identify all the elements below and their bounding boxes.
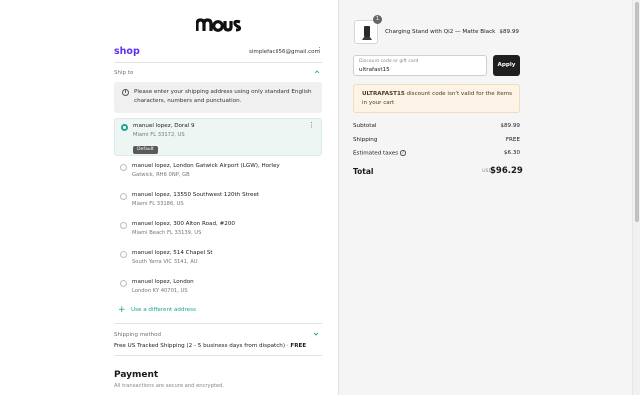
taxes-value: $6.30 xyxy=(503,150,520,156)
chevron-up-icon xyxy=(314,70,320,74)
shipping-label: Shipping xyxy=(353,137,378,143)
payment-title: Payment xyxy=(114,370,159,380)
warning-code: ULTRAFAST15 xyxy=(362,91,405,97)
checkout-main-panel: shop simplefacil56@gmail.com ⋮ Ship to i… xyxy=(0,0,338,395)
address-line2: Miami FL 33172, US xyxy=(133,132,185,138)
address-line2: South Yarra VIC 3141, AU xyxy=(132,259,198,265)
address-line1: manuel lopez, 514 Chapel St xyxy=(132,250,213,256)
shipping-value: FREE xyxy=(505,137,520,143)
shipping-method-label: Shipping method xyxy=(114,332,161,338)
account-email: simplefacil56@gmail.com xyxy=(249,49,320,55)
apply-discount-button[interactable]: Apply xyxy=(493,55,520,76)
account-menu-icon[interactable]: ⋮ xyxy=(316,47,323,54)
notice-text: Please enter your shipping address using… xyxy=(134,89,312,104)
address-notice: i Please enter your shipping address usi… xyxy=(114,82,322,113)
subtotal-value: $89.99 xyxy=(500,123,520,129)
address-radio[interactable] xyxy=(120,280,127,287)
address-option[interactable]: manuel lopez, Doral 9 Miami FL 33172, US… xyxy=(114,118,322,156)
payment-subtitle: All transactions are secure and encrypte… xyxy=(114,383,225,389)
total-label: Total xyxy=(353,167,374,176)
subtotal-label: Subtotal xyxy=(353,123,377,129)
address-line1: manuel lopez, 13550 Southwest 120th Stre… xyxy=(132,192,260,198)
chevron-down-icon[interactable] xyxy=(312,330,320,338)
total-currency: USD xyxy=(482,169,492,174)
help-icon[interactable]: ? xyxy=(400,150,406,156)
ship-to-label: Ship to xyxy=(114,70,134,76)
taxes-label-text: Estimated taxes xyxy=(353,150,399,157)
address-radio[interactable] xyxy=(120,251,127,258)
address-radio[interactable] xyxy=(120,222,127,229)
address-option[interactable]: manuel lopez, London Gatwick Airport (LG… xyxy=(114,162,322,184)
address-line1: manuel lopez, 300 Alton Road, #200 xyxy=(132,221,235,227)
address-line2: Miami Beach FL 33139, US xyxy=(132,230,202,236)
product-thumbnail xyxy=(354,20,378,44)
discount-placeholder: Discount code or gift card xyxy=(359,59,419,64)
address-line1: manuel lopez, London Gatwick Airport (LG… xyxy=(132,163,280,169)
address-menu-icon[interactable]: ⋮ xyxy=(308,122,315,129)
quantity-badge: 1 xyxy=(373,15,382,24)
divider xyxy=(114,62,322,63)
address-option[interactable]: manuel lopez, 13550 Southwest 120th Stre… xyxy=(114,191,322,213)
ship-to-header[interactable]: Ship to xyxy=(114,67,322,81)
address-line2: London KY 40701, US xyxy=(132,288,188,294)
total-value: $96.29 xyxy=(490,166,523,176)
info-icon: i xyxy=(122,89,129,96)
discount-value: ultrafast15 xyxy=(359,67,390,73)
discount-warning: ULTRAFAST15 discount code isn't valid fo… xyxy=(353,84,520,113)
divider xyxy=(114,323,322,324)
address-option[interactable]: manuel lopez, London London KY 40701, US xyxy=(114,278,322,300)
shipping-method-value: Free US Tracked Shipping (2 - 5 business… xyxy=(114,343,306,349)
taxes-label: Estimated taxes? xyxy=(353,150,406,156)
use-different-address-label: Use a different address xyxy=(131,307,196,313)
plus-icon: + xyxy=(118,305,126,315)
brand-logo[interactable] xyxy=(196,18,242,32)
page-scrollbar[interactable] xyxy=(632,0,640,395)
address-option[interactable]: manuel lopez, 300 Alton Road, #200 Miami… xyxy=(114,220,322,242)
shipping-method-price: FREE xyxy=(290,343,307,349)
charging-stand-image xyxy=(362,26,372,40)
address-option[interactable]: manuel lopez, 514 Chapel St South Yarra … xyxy=(114,249,322,271)
scrollbar-thumb[interactable] xyxy=(635,2,639,222)
address-radio[interactable] xyxy=(120,164,127,171)
shipping-method-text: Free US Tracked Shipping (2 - 5 business… xyxy=(114,343,289,349)
discount-warning-text: ULTRAFAST15 discount code isn't valid fo… xyxy=(362,90,517,108)
divider xyxy=(114,355,322,356)
shop-pay-logo: shop xyxy=(114,46,140,57)
address-line1: manuel lopez, London xyxy=(132,279,194,285)
address-line2: Gatwick, RH6 0NP, GB xyxy=(132,172,190,178)
address-radio[interactable] xyxy=(120,193,127,200)
address-line1: manuel lopez, Doral 9 xyxy=(133,123,195,129)
product-price: $89.99 xyxy=(499,29,519,35)
discount-code-input[interactable]: Discount code or gift card ultrafast15 xyxy=(353,55,487,76)
default-badge: Default xyxy=(133,146,158,154)
address-radio-selected[interactable] xyxy=(121,124,128,131)
address-line2: Miami FL 33186, US xyxy=(132,201,184,207)
product-name: Charging Stand with Qi2 — Matte Black xyxy=(385,29,496,35)
